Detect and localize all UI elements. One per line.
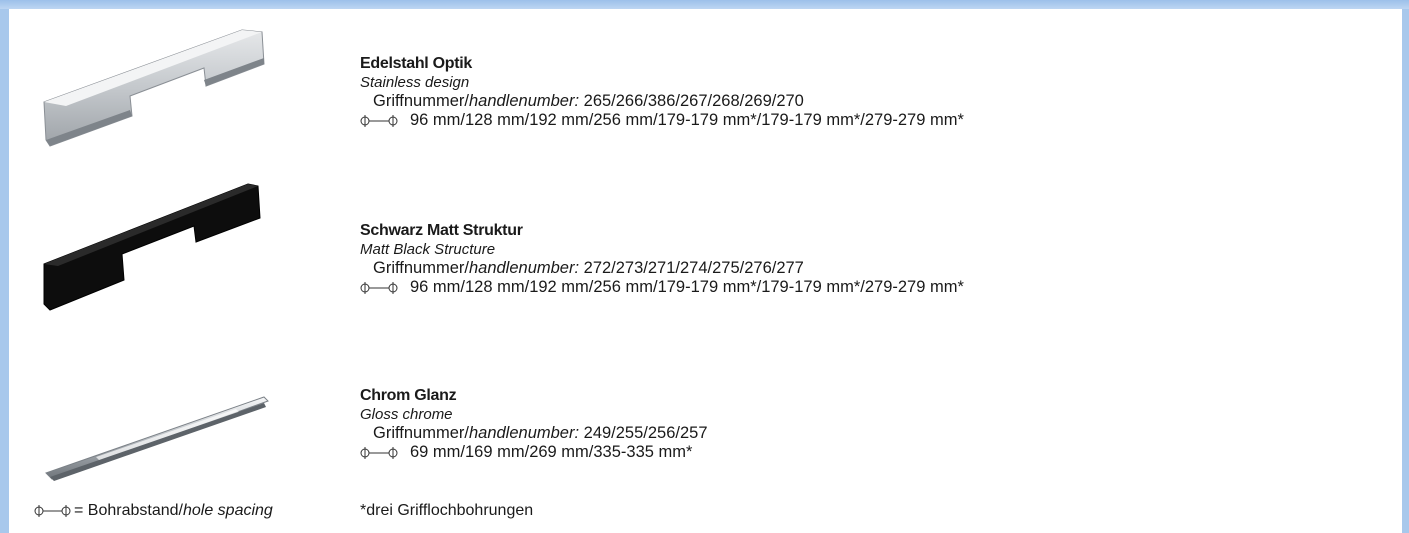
number-label-en: handlenumber: — [468, 92, 580, 110]
product-name: Edelstahl Optik — [360, 55, 472, 72]
number-values: 272/273/271/274/275/276/277 — [583, 259, 804, 277]
number-label: Griffnummer/ — [373, 424, 469, 442]
number-label: Griffnummer/ — [373, 92, 469, 110]
number-label: Griffnummer/ — [373, 259, 469, 277]
product-numbers: Griffnummer/handlenumber: 272/273/271/27… — [360, 259, 964, 278]
dimension-values: 69 mm/169 mm/269 mm/335-335 mm* — [410, 443, 693, 461]
product-chrome: Chrom Glanz Gloss chrome Griffnummer/han… — [0, 345, 1390, 505]
product-text: Edelstahl Optik Stainless design Griffnu… — [360, 54, 964, 130]
product-stainless: Edelstahl Optik Stainless design Griffnu… — [0, 20, 1390, 180]
product-subtitle: Gloss chrome — [360, 406, 453, 423]
number-label-en: handlenumber: — [468, 259, 580, 277]
product-name: Chrom Glanz — [360, 387, 457, 404]
footnote: *drei Grifflochbohrungen — [360, 501, 533, 520]
footnote-text: *drei Grifflochbohrungen — [360, 502, 534, 519]
dimension-values: 96 mm/128 mm/192 mm/256 mm/179-179 mm*/1… — [410, 278, 964, 296]
product-subtitle: Stainless design — [360, 74, 470, 91]
hole-spacing-icon — [34, 504, 71, 517]
legend-text-en: hole spacing — [182, 502, 273, 519]
chrome-handle-image — [45, 396, 269, 481]
product-black: Schwarz Matt Struktur Matt Black Structu… — [0, 174, 1390, 334]
product-dimensions: 69 mm/169 mm/269 mm/335-335 mm* — [360, 443, 708, 462]
product-text: Chrom Glanz Gloss chrome Griffnummer/han… — [360, 386, 708, 462]
black-handle-image — [43, 183, 261, 311]
stainless-handle-image — [43, 29, 265, 147]
hole-spacing-icon — [360, 446, 398, 459]
dimension-values: 96 mm/128 mm/192 mm/256 mm/179-179 mm*/1… — [410, 111, 964, 129]
product-dimensions: 96 mm/128 mm/192 mm/256 mm/179-179 mm*/1… — [360, 278, 964, 297]
legend-text: = Bohrabstand/ — [74, 502, 183, 519]
hole-spacing-icon — [360, 114, 398, 127]
product-dimensions: 96 mm/128 mm/192 mm/256 mm/179-179 mm*/1… — [360, 111, 964, 130]
hole-spacing-icon — [360, 281, 398, 294]
hole-spacing-legend: = Bohrabstand/hole spacing — [34, 501, 273, 520]
product-subtitle: Matt Black Structure — [360, 241, 496, 258]
product-numbers: Griffnummer/handlenumber: 265/266/386/26… — [360, 92, 964, 111]
product-text: Schwarz Matt Struktur Matt Black Structu… — [360, 221, 964, 297]
number-label-en: handlenumber: — [468, 424, 580, 442]
number-values: 265/266/386/267/268/269/270 — [583, 92, 804, 110]
product-name: Schwarz Matt Struktur — [360, 222, 523, 239]
product-numbers: Griffnummer/handlenumber: 249/255/256/25… — [360, 424, 708, 443]
number-values: 249/255/256/257 — [583, 424, 708, 442]
